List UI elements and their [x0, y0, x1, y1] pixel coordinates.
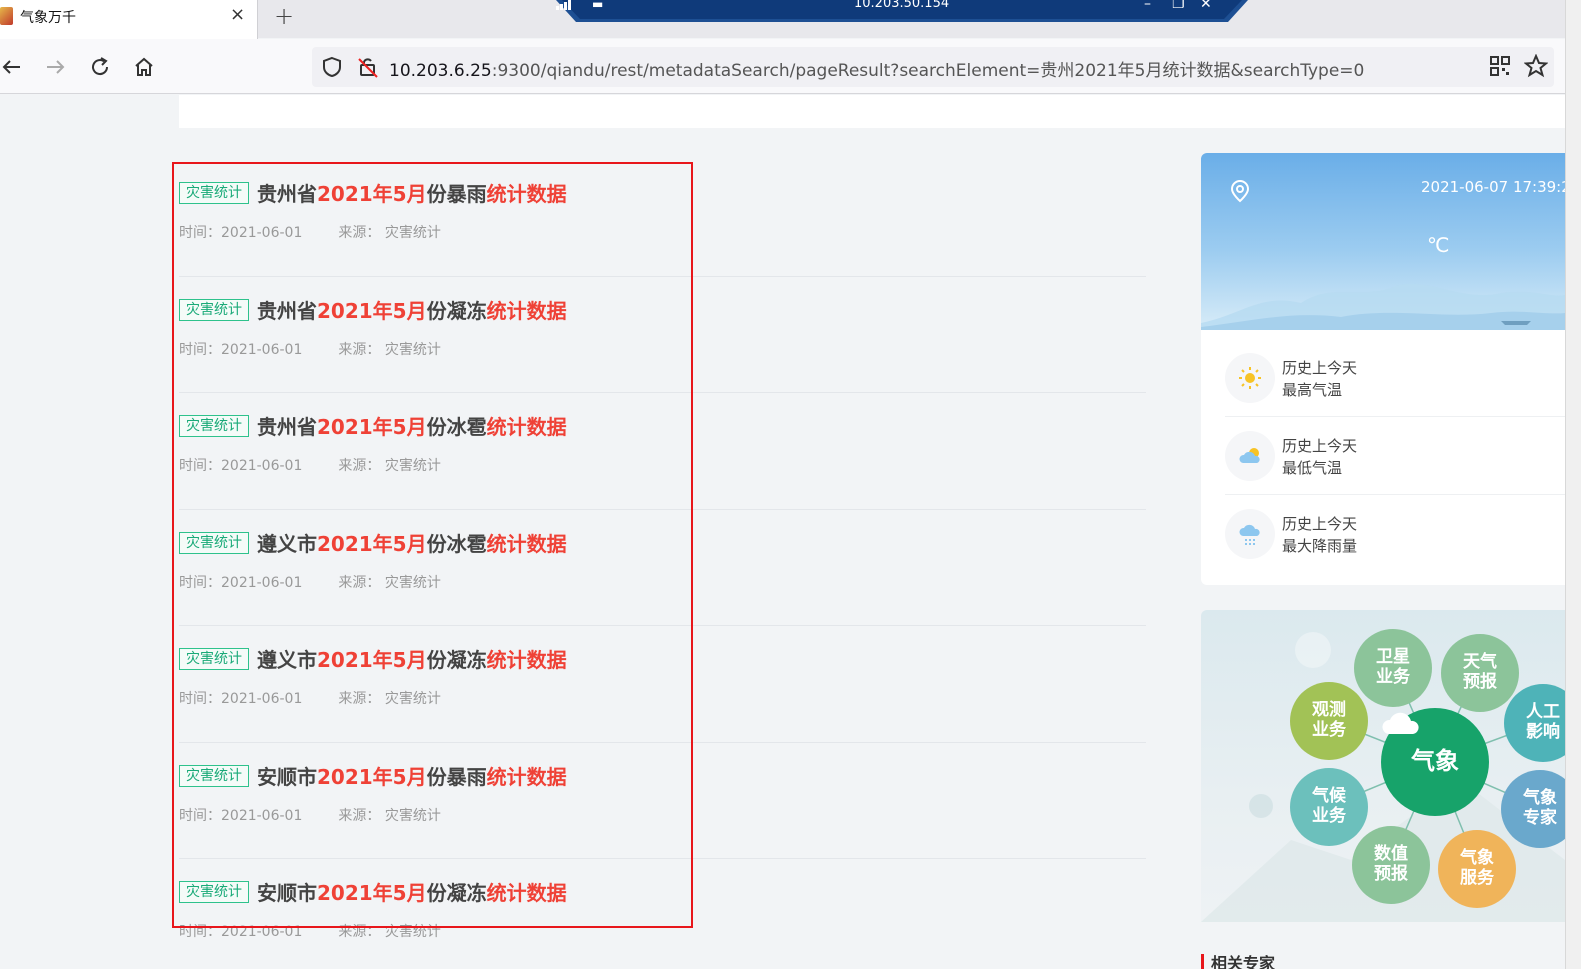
forward-icon[interactable]	[43, 54, 69, 80]
history-label: 历史上今天	[1282, 437, 1358, 455]
insecure-lock-icon[interactable]	[356, 55, 380, 79]
history-high-temp[interactable]: 历史上今天 最高气温	[1225, 339, 1565, 417]
url-text[interactable]: 10.203.6.25:9300/qiandu/rest/metadataSea…	[389, 56, 1364, 81]
scrollbar[interactable]	[1565, 0, 1581, 969]
related-experts-title: 相关专家	[1211, 954, 1276, 969]
history-low-temp[interactable]: 历史上今天 最低气温	[1225, 417, 1565, 495]
weather-service-bubble[interactable]: 气象服务	[1438, 830, 1516, 908]
page-header-strip	[179, 95, 1565, 128]
tab-bar: 气象万千 × + ▬ 10.203.50.154 – ❐ ✕	[0, 0, 1581, 39]
annotation-highlight-box	[172, 162, 693, 928]
history-metric: 最低气温	[1282, 459, 1343, 477]
cloud-icon	[1225, 431, 1275, 481]
remote-ip: 10.203.50.154	[854, 0, 950, 11]
heading-accent-bar	[1201, 954, 1204, 969]
shield-icon[interactable]	[320, 55, 344, 79]
url-host: 10.203.6.25	[389, 61, 492, 81]
history-metric: 最大降雨量	[1282, 537, 1358, 555]
observation-service-bubble[interactable]: 观测业务	[1290, 682, 1368, 760]
back-icon[interactable]	[0, 54, 26, 80]
center-weather-bubble[interactable]: 气象	[1381, 708, 1489, 816]
center-label: 气象	[1411, 747, 1459, 776]
weather-forecast-bubble[interactable]: 天气预报	[1441, 634, 1519, 712]
browser-tab[interactable]: 气象万千 ×	[0, 0, 258, 39]
history-max-rain[interactable]: 历史上今天 最大降雨量	[1225, 495, 1565, 573]
pin-icon[interactable]: ▬	[592, 0, 603, 11]
numerical-forecast-bubble[interactable]: 数值预报	[1352, 826, 1430, 904]
bookmark-star-icon[interactable]	[1524, 54, 1548, 78]
qr-code-icon[interactable]	[1490, 56, 1510, 76]
remote-desktop-bar: ▬ 10.203.50.154 – ❐ ✕	[556, 0, 1248, 22]
close-icon[interactable]: ✕	[1200, 0, 1212, 12]
history-label: 历史上今天	[1282, 515, 1358, 533]
sun-icon	[1225, 353, 1275, 403]
restore-icon[interactable]: ❐	[1172, 0, 1185, 12]
close-tab-icon[interactable]: ×	[230, 4, 245, 25]
minimize-icon[interactable]: –	[1144, 0, 1151, 12]
tab-title: 气象万千	[20, 10, 76, 26]
mountain-illustration	[1201, 283, 1565, 330]
reload-icon[interactable]	[87, 54, 113, 80]
cloud-icon	[1382, 712, 1419, 734]
weather-header: 2021-06-07 17:39:2 ℃	[1201, 153, 1565, 330]
related-experts-heading: 相关专家	[1201, 948, 1361, 969]
address-bar[interactable]: 10.203.6.25:9300/qiandu/rest/metadataSea…	[312, 47, 1554, 87]
new-tab-button[interactable]: +	[274, 2, 294, 30]
location-icon[interactable]	[1229, 179, 1251, 203]
service-hub: 卫星业务 天气预报 观测业务 人工影响 气象 气候业务 气象专家 数值预报 气象…	[1201, 610, 1565, 922]
signal-icon	[556, 0, 571, 10]
url-path: :9300/qiandu/rest/metadataSearch/pageRes…	[491, 61, 1365, 81]
climate-service-bubble[interactable]: 气候业务	[1290, 768, 1368, 846]
satellite-service-bubble[interactable]: 卫星业务	[1354, 629, 1432, 707]
home-icon[interactable]	[131, 54, 157, 80]
history-metric: 最高气温	[1282, 381, 1343, 399]
favicon-icon	[0, 7, 13, 25]
temperature-unit: ℃	[1427, 233, 1450, 257]
weather-datetime: 2021-06-07 17:39:2	[1421, 178, 1565, 196]
rain-cloud-icon	[1225, 509, 1275, 559]
navigation-bar: 10.203.6.25:9300/qiandu/rest/metadataSea…	[0, 39, 1581, 94]
history-label: 历史上今天	[1282, 359, 1358, 377]
weather-card: 2021-06-07 17:39:2 ℃ 历史上今天 最高气温 历史上今天 最低…	[1201, 153, 1565, 585]
